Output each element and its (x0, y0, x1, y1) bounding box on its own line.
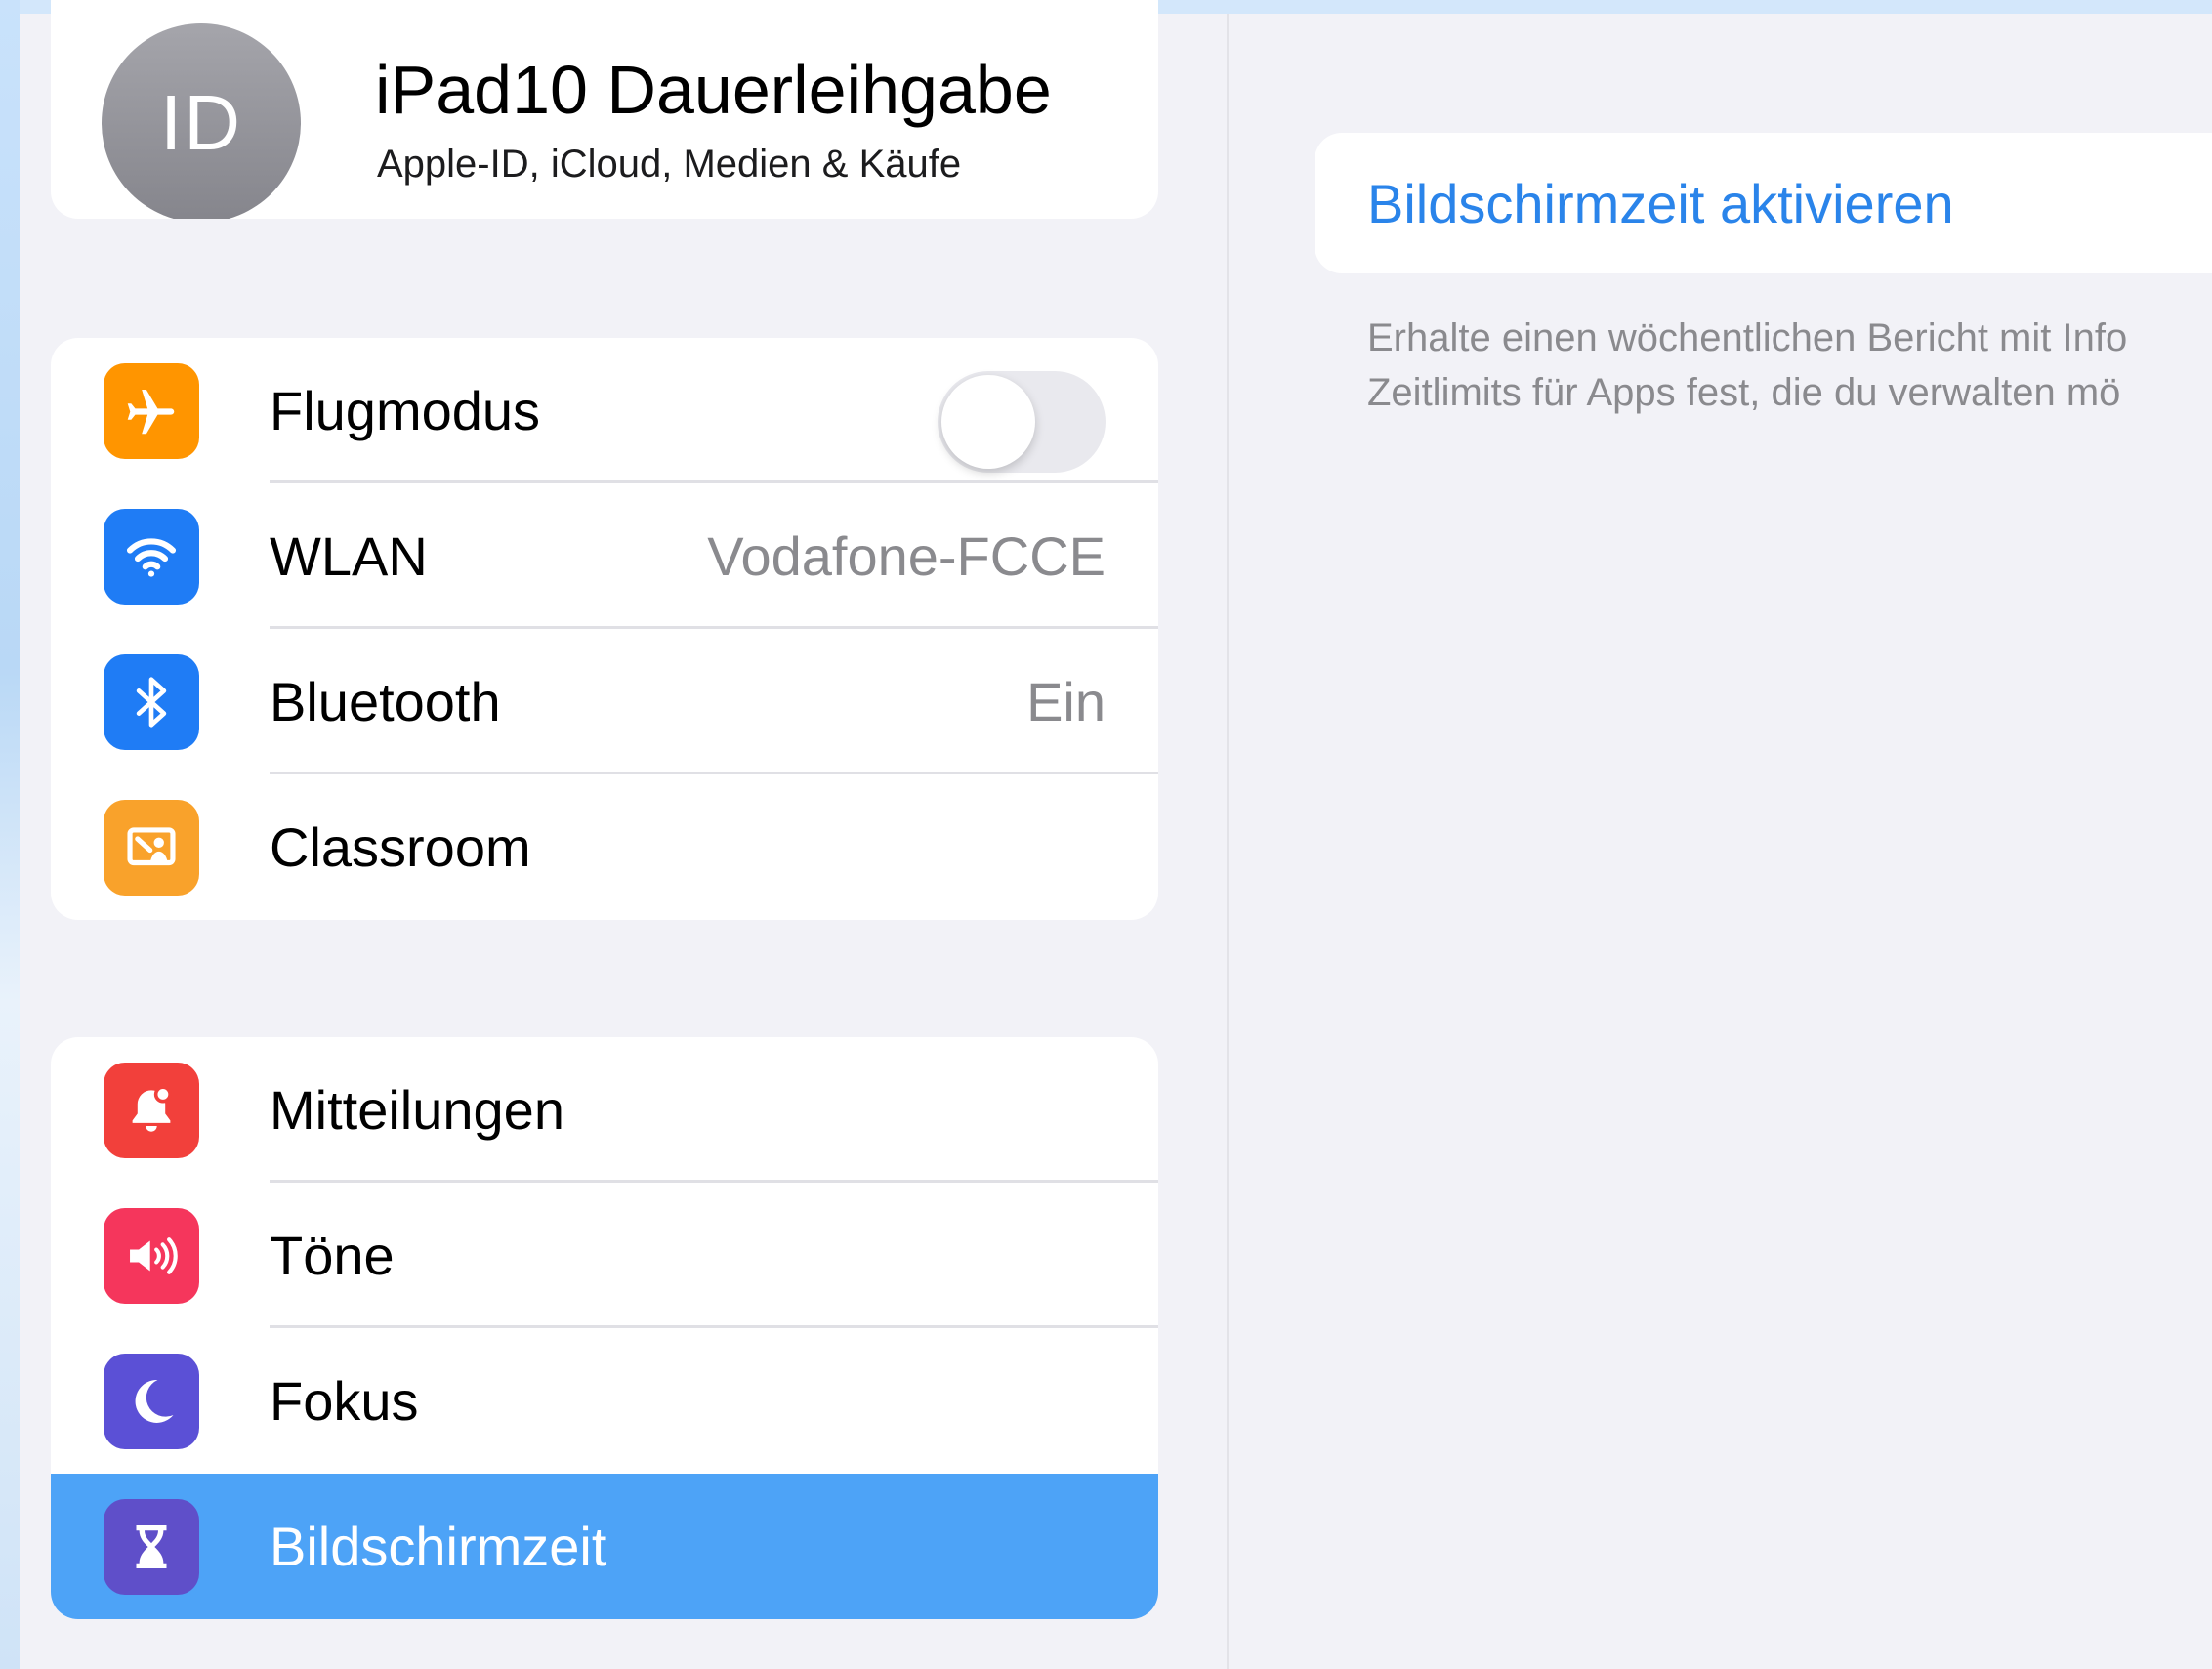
apple-id-card[interactable]: ID iPad10 Dauerleihgabe Apple-ID, iCloud… (51, 0, 1158, 219)
sidebar-item-toene[interactable]: Töne (51, 1183, 1158, 1328)
system-group: Mitteilungen Töne Fokus Bildschirmzeit (51, 1037, 1158, 1619)
bluetooth-icon (104, 654, 199, 750)
settings-screen: ID iPad10 Dauerleihgabe Apple-ID, iCloud… (20, 0, 2212, 1669)
airplane-icon (104, 363, 199, 459)
toggle-knob (941, 375, 1035, 469)
sidebar-item-bluetooth[interactable]: Bluetooth Ein (51, 629, 1158, 774)
window-frame-left (0, 0, 20, 1669)
sidebar-item-wlan[interactable]: WLAN Vodafone-FCCE (51, 483, 1158, 629)
profile-subtitle: Apple-ID, iCloud, Medien & Käufe (377, 143, 962, 186)
sidebar-item-label: Mitteilungen (270, 1079, 564, 1141)
sidebar-item-label: Bluetooth (270, 671, 501, 732)
classroom-icon (104, 800, 199, 896)
sidebar-item-mitteilungen[interactable]: Mitteilungen (51, 1037, 1158, 1183)
description-line-2: Zeitlimits für Apps fest, die du verwalt… (1367, 371, 2121, 414)
activate-screen-time-button[interactable]: Bildschirmzeit aktivieren (1367, 133, 1954, 273)
wifi-icon (104, 509, 199, 605)
profile-name: iPad10 Dauerleihgabe (375, 52, 1052, 128)
sidebar-item-label: Töne (270, 1225, 395, 1286)
sidebar-item-label: Classroom (270, 816, 531, 878)
sidebar-item-fokus[interactable]: Fokus (51, 1328, 1158, 1474)
sidebar-item-label: Flugmodus (270, 380, 541, 441)
sidebar-item-flugmodus[interactable]: Flugmodus (51, 338, 1158, 483)
avatar: ID (102, 23, 301, 219)
sidebar-item-bildschirmzeit[interactable]: Bildschirmzeit (51, 1474, 1158, 1619)
sidebar-item-classroom[interactable]: Classroom (51, 774, 1158, 920)
sound-icon (104, 1208, 199, 1304)
sidebar-item-label: Fokus (270, 1370, 419, 1432)
description-line-1: Erhalte einen wöchentlichen Bericht mit … (1367, 316, 2128, 359)
sidebar-item-label: Bildschirmzeit (270, 1516, 607, 1577)
sidebar-item-label: WLAN (270, 525, 428, 587)
activate-screen-time-card[interactable]: Bildschirmzeit aktivieren (1315, 133, 2212, 273)
connectivity-group: Flugmodus WLAN Vodafone-FCCE Bluetooth E… (51, 338, 1158, 920)
screen-time-description: Erhalte einen wöchentlichen Bericht mit … (1367, 311, 2207, 420)
notifications-icon (104, 1063, 199, 1158)
moon-icon (104, 1354, 199, 1449)
airplane-mode-toggle[interactable] (938, 371, 1106, 473)
wifi-network-name: Vodafone-FCCE (707, 525, 1106, 587)
settings-sidebar: ID iPad10 Dauerleihgabe Apple-ID, iCloud… (20, 0, 1227, 1669)
hourglass-icon (104, 1499, 199, 1595)
bluetooth-status: Ein (1026, 671, 1106, 732)
screen-time-detail: Bildschirmzeit aktivieren Erhalte einen … (1229, 14, 2212, 1669)
